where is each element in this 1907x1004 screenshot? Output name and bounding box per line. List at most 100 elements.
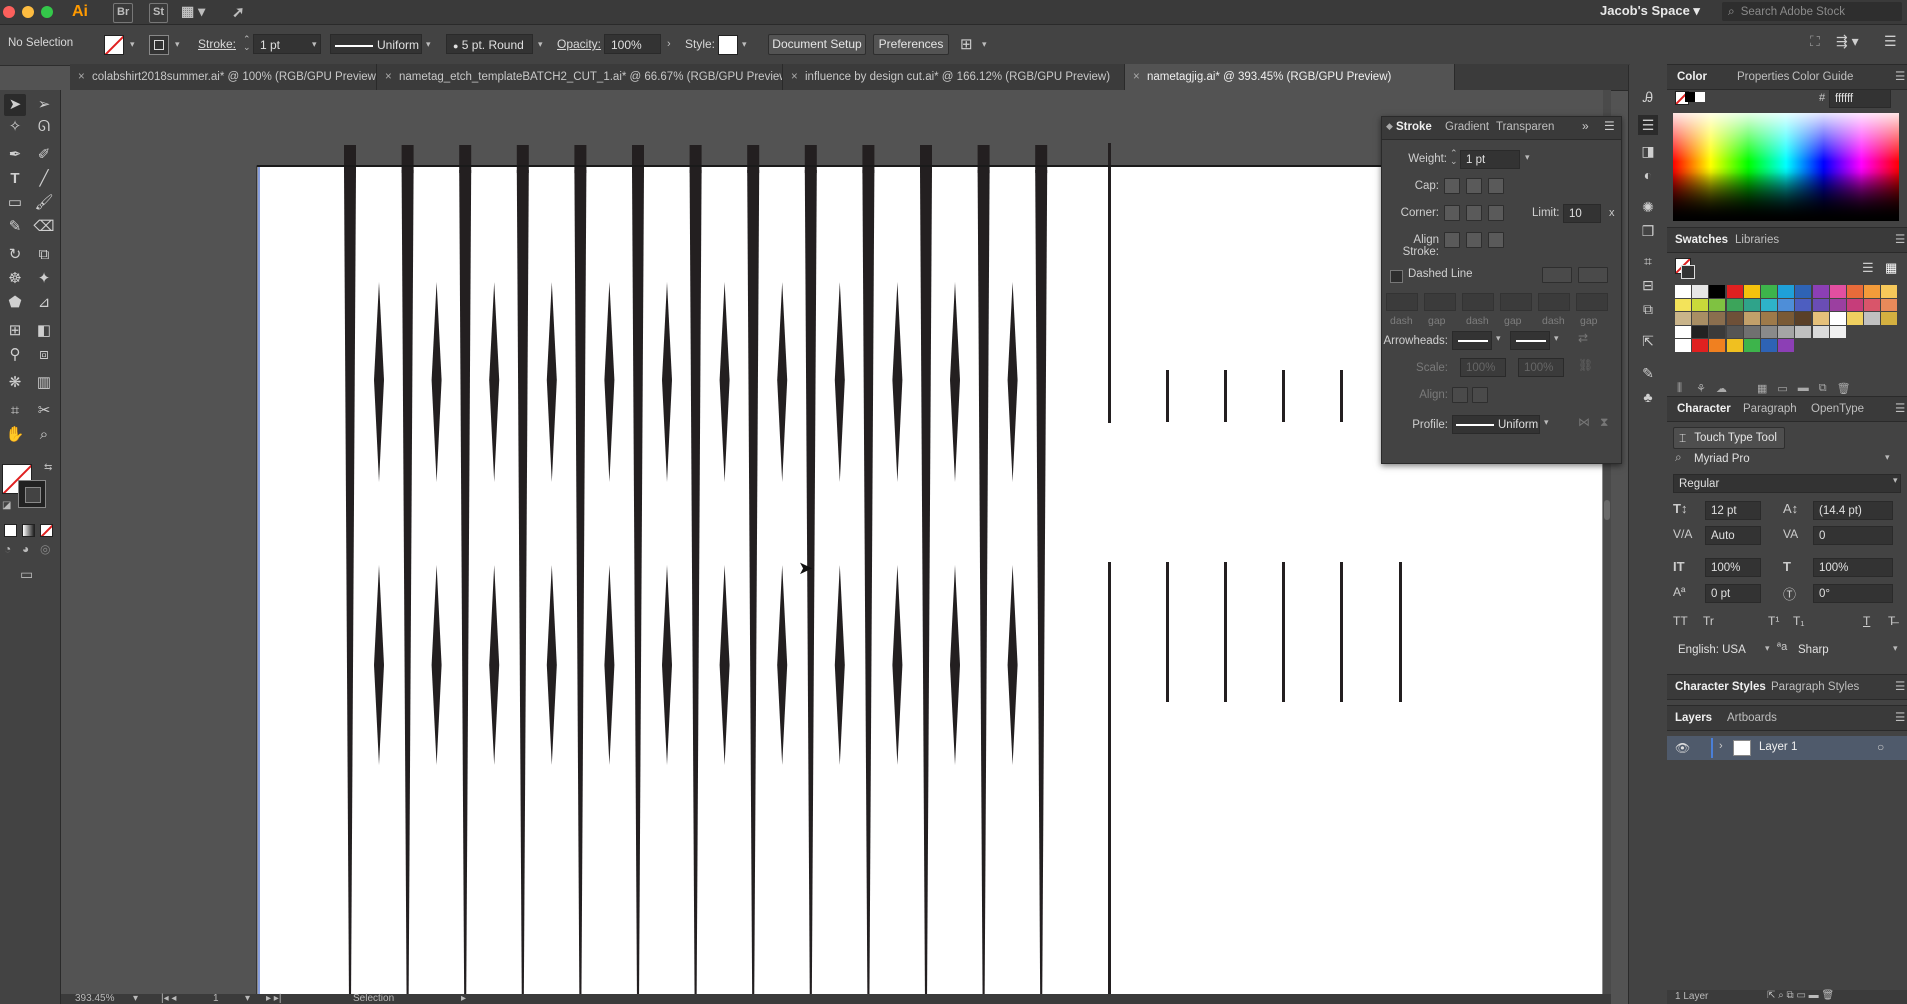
strikethrough-button[interactable]: T̶ <box>1888 614 1895 628</box>
document-setup-button[interactable]: Document Setup <box>768 34 866 55</box>
control-bar-menu-icon[interactable]: ☰ <box>1884 33 1897 50</box>
add-to-library-icon[interactable]: ⚘ <box>1696 382 1706 395</box>
symbols-panel-icon[interactable]: ♣ <box>1638 387 1658 407</box>
layer-name[interactable]: Layer 1 <box>1759 741 1797 753</box>
warp-tool-icon[interactable]: ☸ <box>4 268 26 290</box>
color-swatch[interactable] <box>1709 312 1726 325</box>
grid-view-icon[interactable]: ▦ <box>1885 260 1897 276</box>
start-arrowhead-dropdown-icon[interactable]: ▾ <box>1496 333 1501 344</box>
baseline-shift-field[interactable]: 0 pt <box>1705 584 1761 603</box>
round-join-icon[interactable] <box>1466 205 1482 221</box>
color-spectrum[interactable] <box>1673 113 1899 221</box>
end-arrowhead-select[interactable] <box>1510 331 1550 350</box>
color-swatch[interactable] <box>1675 298 1691 311</box>
align-panel-icon[interactable]: ⊟ <box>1638 275 1658 295</box>
delete-swatch-icon[interactable]: 🗑 <box>1837 382 1851 395</box>
layer-actions-icon[interactable]: ⇱ ⌕ ⧉ ▭ ▬ 🗑 <box>1767 990 1834 1001</box>
graphic-styles-icon[interactable]: ❒ <box>1638 221 1658 241</box>
close-tab-icon[interactable]: × <box>791 64 798 90</box>
dashed-line-checkbox[interactable] <box>1390 270 1403 283</box>
color-swatch[interactable] <box>1829 312 1846 325</box>
panel-menu-icon[interactable]: ☰ <box>1604 119 1615 133</box>
color-swatch[interactable] <box>1709 325 1726 338</box>
color-swatch[interactable] <box>1761 298 1777 311</box>
preferences-button[interactable]: Preferences <box>873 34 949 55</box>
stroke-panel-icon[interactable]: ☰ <box>1638 115 1658 135</box>
tab-libraries[interactable]: Libraries <box>1735 228 1779 252</box>
type-tool-icon[interactable]: T <box>4 168 26 190</box>
leading-field[interactable]: (14.4 pt) <box>1813 501 1893 520</box>
appearance-panel-icon[interactable]: ✺ <box>1638 197 1658 217</box>
color-swatch[interactable] <box>1692 285 1709 298</box>
language-select[interactable]: English: USA <box>1673 641 1759 660</box>
color-swatch[interactable] <box>1795 285 1812 298</box>
first-artboard-icon[interactable]: |◂ ◂ <box>161 993 176 1004</box>
color-swatch[interactable] <box>1726 285 1743 298</box>
list-view-icon[interactable]: ☰ <box>1862 260 1874 276</box>
none-mode-icon[interactable] <box>40 524 53 537</box>
arrange-dropdown-icon[interactable]: ▾ <box>982 39 987 50</box>
tab-nametag-etch[interactable]: × nametag_etch_templateBATCH2_CUT_1.ai* @… <box>377 64 783 90</box>
font-family-dropdown-icon[interactable]: ▾ <box>1885 452 1890 463</box>
tab-color-guide[interactable]: Color Guide <box>1792 65 1853 89</box>
tab-character-styles[interactable]: Character Styles <box>1675 675 1766 699</box>
graph-tool-icon[interactable]: ▥ <box>33 372 55 394</box>
artboard-number[interactable]: 1 <box>213 993 219 1004</box>
color-swatch[interactable] <box>1743 285 1760 298</box>
white-swatch[interactable] <box>1695 92 1705 102</box>
font-family-field[interactable]: Myriad Pro <box>1689 450 1859 469</box>
tab-gradient[interactable]: Gradient <box>1445 121 1489 133</box>
send-icon[interactable]: ➚ <box>232 3 245 21</box>
fill-dropdown-icon[interactable]: ▾ <box>130 39 135 50</box>
tab-opentype[interactable]: OpenType <box>1811 397 1864 421</box>
color-swatch[interactable] <box>1692 312 1709 325</box>
color-swatch[interactable] <box>1726 339 1743 352</box>
tab-paragraph-styles[interactable]: Paragraph Styles <box>1771 675 1859 699</box>
tab-swatches[interactable]: Swatches <box>1675 228 1728 252</box>
mesh-tool-icon[interactable]: ⊞ <box>4 320 26 342</box>
flip-along-icon[interactable]: ⋈ <box>1578 415 1590 429</box>
panel-menu-icon[interactable]: ☰ <box>1895 65 1905 89</box>
expand-layer-icon[interactable]: › <box>1719 740 1723 752</box>
layer-target-icon[interactable]: ○ <box>1877 740 1884 754</box>
color-swatch[interactable] <box>1761 325 1777 338</box>
panel-collapse-icon[interactable]: ◆ <box>1386 121 1393 132</box>
zoom-window-button[interactable] <box>41 6 53 18</box>
tab-colabshirt[interactable]: × colabshirt2018summer.ai* @ 100% (RGB/GP… <box>70 64 377 90</box>
color-swatch[interactable] <box>1709 298 1726 311</box>
graphic-style-swatch[interactable] <box>718 35 738 55</box>
color-swatch[interactable] <box>1812 312 1829 325</box>
color-swatch[interactable] <box>1778 312 1795 325</box>
hand-tool-icon[interactable]: ✋ <box>4 424 26 446</box>
minimize-window-button[interactable] <box>22 6 34 18</box>
color-swatch[interactable] <box>1743 312 1760 325</box>
color-swatch[interactable] <box>1864 298 1881 311</box>
align-outside-icon[interactable] <box>1488 232 1504 248</box>
default-fill-stroke-icon[interactable]: ◪ <box>2 500 11 511</box>
color-swatch[interactable] <box>1847 298 1863 311</box>
weight-stepper-icon[interactable]: ⌃ ⌄ <box>1450 149 1458 166</box>
round-cap-icon[interactable] <box>1466 178 1482 194</box>
tab-influence[interactable]: × influence by design cut.ai* @ 166.12% (… <box>783 64 1125 90</box>
swatch-kind-icon[interactable]: ☁ <box>1716 382 1727 395</box>
canvas-area[interactable]: ➤ <box>61 90 1611 1004</box>
font-search-icon[interactable]: ⌕ <box>1675 450 1682 465</box>
swatch-options-icon[interactable]: ▦ <box>1757 382 1767 395</box>
artboard-dropdown-icon[interactable]: ▾ <box>245 993 250 1004</box>
status-menu-icon[interactable]: ▸ <box>461 993 466 1004</box>
brush-definition[interactable]: ● 5 pt. Round <box>446 34 533 54</box>
new-swatch-icon[interactable]: ⧉ <box>1819 382 1827 395</box>
color-swatch[interactable] <box>1864 285 1881 298</box>
color-swatch[interactable] <box>1726 325 1743 338</box>
stroke-stepper-icon[interactable]: ⌃ ⌄ <box>243 35 251 52</box>
next-artboard-icon[interactable]: ▸ ▸| <box>266 993 281 1004</box>
kerning-field[interactable]: Auto <box>1705 526 1761 545</box>
panel-menu-icon[interactable]: ☰ <box>1895 675 1905 699</box>
type-panel-icon[interactable]: Ꭿ <box>1638 87 1658 107</box>
color-swatch[interactable] <box>1881 285 1898 298</box>
bridge-button[interactable]: Br <box>113 3 134 23</box>
new-color-group-icon[interactable]: ▭ <box>1777 382 1787 395</box>
tab-transparency[interactable]: Transparen <box>1496 121 1554 133</box>
color-swatch[interactable] <box>1812 285 1829 298</box>
preserve-dash-icon[interactable] <box>1542 267 1572 283</box>
